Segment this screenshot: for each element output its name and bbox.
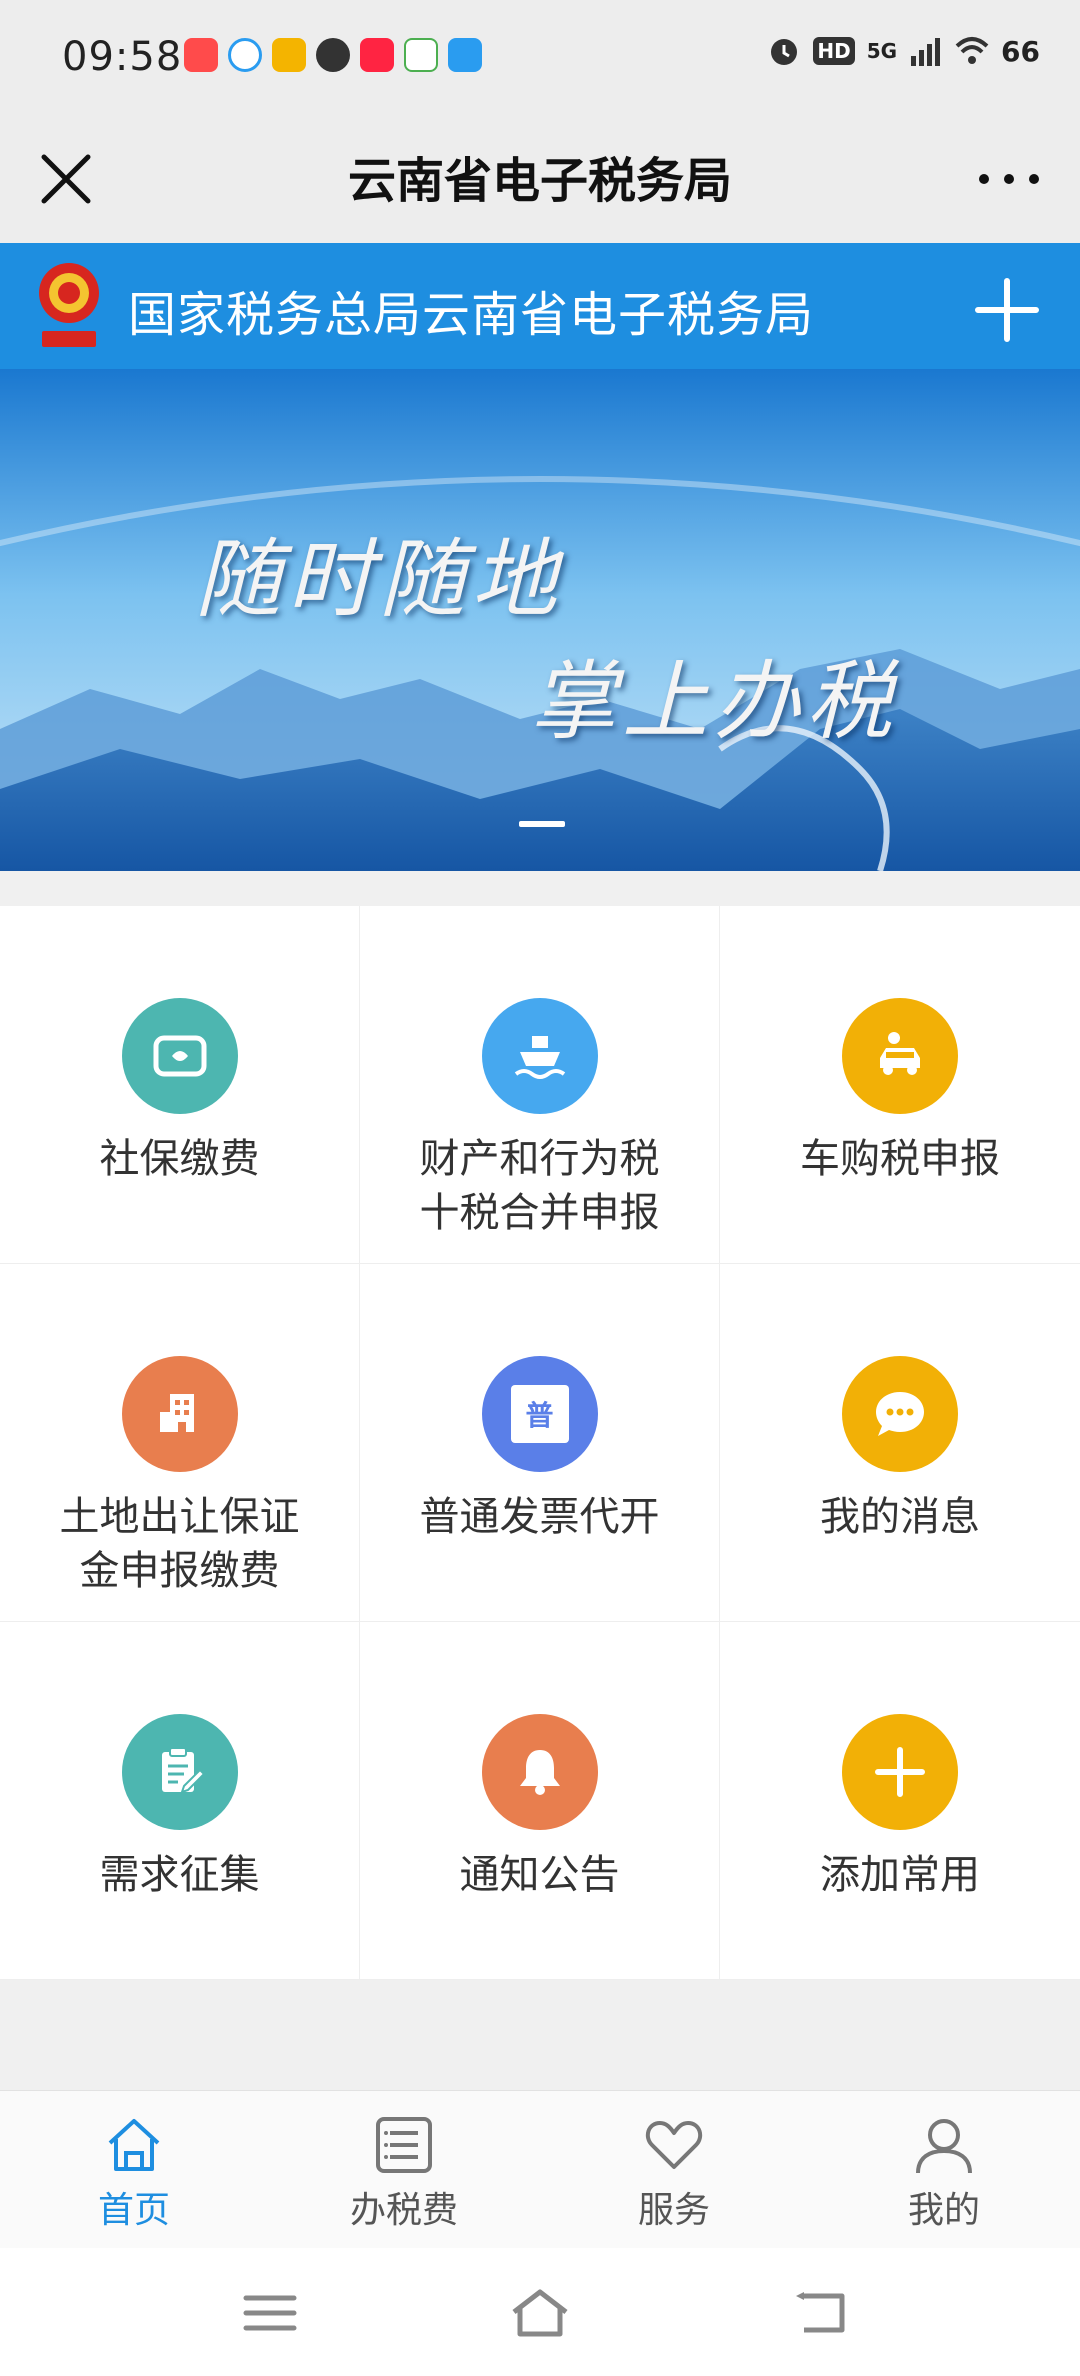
grid-item-label: 财产和行为税 十税合并申报 <box>419 1136 660 1236</box>
app-notification-icon <box>228 38 262 72</box>
hd-badge: HD <box>813 37 855 65</box>
network-label: 5G <box>866 39 898 63</box>
grid-item-land-deposit[interactable]: 土地出让保证 金申报缴费 <box>0 1264 360 1622</box>
home-nav-icon[interactable] <box>510 2288 570 2338</box>
chat-notification-icon <box>316 38 350 72</box>
banner-carousel[interactable]: 随时随地 掌上办税 <box>0 369 1080 871</box>
list-icon <box>376 2117 432 2173</box>
tab-tax-service[interactable]: 办税费 <box>304 2113 504 2233</box>
send-notification-icon <box>448 38 482 72</box>
tab-label: 首页 <box>97 2190 170 2231</box>
status-indicators: HD 5G 66 <box>767 34 1040 68</box>
back-icon[interactable] <box>790 2288 850 2338</box>
play-notification-icon <box>404 38 438 72</box>
plus-icon[interactable] <box>974 277 1040 343</box>
app-header: 国家税务总局云南省电子税务局 <box>0 243 1080 369</box>
status-bar: 09:58 HD 5G 66 <box>0 0 1080 115</box>
app-notification-icon <box>184 38 218 72</box>
grid-item-property-tax[interactable]: 财产和行为税 十税合并申报 <box>360 906 720 1264</box>
grid-item-vehicle-tax[interactable]: 车购税申报 <box>720 906 1080 1264</box>
bell-icon <box>481 1714 598 1830</box>
invoice-icon: 普 <box>481 1356 598 1472</box>
service-grid: 社保缴费 财产和行为税 十税合并申报 车购税申报 土地出让保证 金申报缴费 普 <box>0 906 1080 1980</box>
more-icon[interactable] <box>974 149 1044 209</box>
invoice-glyph: 普 <box>510 1385 569 1443</box>
tax-emblem-icon <box>39 263 99 347</box>
clipboard-icon <box>121 1714 238 1830</box>
app-notification-icon <box>360 38 394 72</box>
plus-icon <box>842 1714 958 1830</box>
bottom-tab-bar: 首页 办税费 服务 我的 <box>0 2090 1080 2249</box>
page-title: 云南省电子税务局 <box>347 153 732 209</box>
ship-icon <box>481 998 598 1114</box>
menu-icon[interactable] <box>240 2288 300 2338</box>
heart-icon <box>645 2121 703 2169</box>
message-icon <box>842 1356 958 1472</box>
tab-mine[interactable]: 我的 <box>844 2113 1044 2233</box>
carousel-indicator <box>519 821 565 827</box>
grid-item-messages[interactable]: 我的消息 <box>720 1264 1080 1622</box>
status-time: 09:58 <box>62 34 183 80</box>
battery-level: 66 <box>1001 34 1040 68</box>
title-bar: 云南省电子税务局 <box>0 115 1080 243</box>
notification-icons <box>184 38 482 72</box>
system-nav-bar <box>0 2248 1080 2376</box>
grid-item-add-favorite[interactable]: 添加常用 <box>720 1622 1080 1980</box>
tab-label: 我的 <box>907 2190 980 2231</box>
signal-icon <box>911 38 941 66</box>
grid-item-label: 添加常用 <box>820 1852 980 1898</box>
grid-item-label: 车购税申报 <box>800 1136 1000 1182</box>
user-icon <box>916 2119 972 2174</box>
grid-item-label: 需求征集 <box>99 1852 260 1898</box>
header-title: 国家税务总局云南省电子税务局 <box>128 287 815 343</box>
building-icon <box>121 1356 238 1472</box>
banner-slogan-2: 掌上办税 <box>530 652 898 752</box>
tab-services[interactable]: 服务 <box>574 2113 774 2233</box>
social-security-icon <box>121 998 238 1114</box>
grid-item-label: 我的消息 <box>820 1494 980 1540</box>
home-icon <box>108 2119 160 2171</box>
alarm-icon <box>771 39 798 65</box>
grid-item-label: 通知公告 <box>459 1852 620 1898</box>
grid-item-notices[interactable]: 通知公告 <box>360 1622 720 1980</box>
app-notification-icon <box>272 38 306 72</box>
grid-item-invoice[interactable]: 普 普通发票代开 <box>360 1264 720 1622</box>
car-icon <box>842 998 958 1114</box>
banner-slogan-1: 随时随地 <box>195 530 563 630</box>
grid-item-feedback[interactable]: 需求征集 <box>0 1622 360 1980</box>
tab-label: 服务 <box>637 2190 710 2231</box>
grid-item-label: 普通发票代开 <box>419 1494 660 1540</box>
tab-label: 办税费 <box>349 2190 458 2231</box>
tab-home[interactable]: 首页 <box>34 2113 234 2233</box>
grid-item-label: 社保缴费 <box>99 1136 260 1182</box>
grid-item-social-security[interactable]: 社保缴费 <box>0 906 360 1264</box>
wifi-icon <box>955 37 989 64</box>
grid-item-label: 土地出让保证 金申报缴费 <box>59 1494 300 1594</box>
